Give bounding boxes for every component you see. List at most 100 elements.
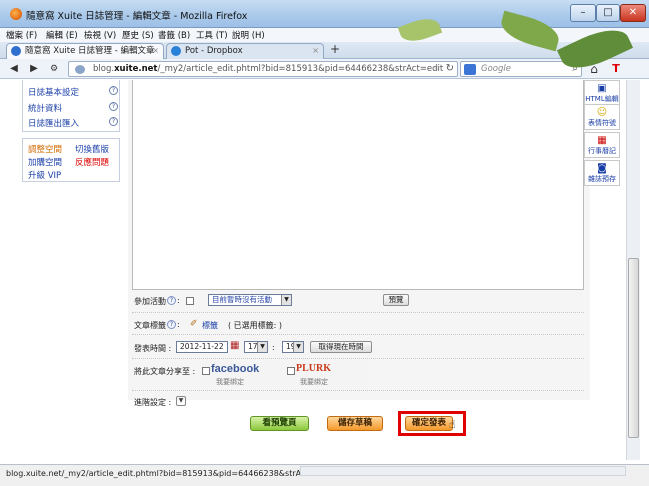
- divider: [132, 390, 584, 391]
- firefox-icon: [10, 8, 22, 20]
- preview-page-button[interactable]: 看預覽頁: [250, 416, 309, 431]
- tags-status: ( 已選用標籤: ): [228, 321, 283, 330]
- minute-select[interactable]: 19 ▼: [282, 341, 304, 353]
- get-current-time-button[interactable]: 取得現在時間: [310, 341, 372, 353]
- adjust-space-link[interactable]: 調整空間: [28, 143, 62, 155]
- facebook-label: facebook: [211, 363, 260, 375]
- globe-icon: [75, 65, 85, 74]
- chevron-down-icon: ▼: [257, 342, 267, 352]
- help-icon[interactable]: ?: [109, 117, 118, 126]
- tab-label: 隨意窩 Xuite 日誌管理 - 編輯文章: [25, 46, 155, 56]
- menu-tools[interactable]: 工具 (T): [196, 29, 228, 41]
- activity-select[interactable]: 目前暫時沒有活動 ▼: [208, 294, 292, 306]
- activity-checkbox[interactable]: [186, 297, 194, 305]
- browser-window: 隨意窩 Xuite 日誌管理 - 編輯文章 - Mozilla Firefox …: [0, 0, 649, 486]
- addon-t-icon[interactable]: T: [608, 61, 624, 77]
- add-space-link[interactable]: 加購空間: [28, 156, 62, 168]
- camera-icon: ◙: [597, 163, 607, 174]
- sidebar-account: 調整空間 切換舊版 加購空間 反應問題 升級 VIP: [22, 138, 120, 182]
- horizontal-scrollbar[interactable]: [300, 466, 626, 476]
- sidebar-item-statistics[interactable]: 統計資料: [28, 102, 62, 114]
- divider: [132, 312, 584, 313]
- facebook-checkbox[interactable]: [202, 367, 210, 375]
- date-input[interactable]: 2012-11-22: [176, 341, 228, 353]
- help-icon[interactable]: ?: [167, 320, 176, 329]
- identity-icon[interactable]: ⚙: [46, 61, 62, 77]
- calendar-icon[interactable]: ▦: [230, 340, 239, 351]
- close-window-button[interactable]: ✕: [620, 4, 646, 22]
- publish-time-label: 發表時間 :: [134, 344, 172, 353]
- menu-history[interactable]: 歷史 (S): [122, 29, 154, 41]
- share-label: 將此文章分享至 :: [134, 367, 196, 376]
- tab-close-icon[interactable]: ×: [312, 44, 319, 58]
- colon-label: :: [177, 320, 180, 329]
- magazine-save-button[interactable]: ◙ 雜誌預存: [584, 160, 620, 186]
- scrollbar-thumb[interactable]: [628, 258, 639, 438]
- tags-label: 文章標籤: [134, 321, 166, 330]
- tab-xuite[interactable]: 隨意窩 Xuite 日誌管理 - 編輯文章 ×: [6, 43, 164, 59]
- minimize-button[interactable]: –: [570, 4, 596, 22]
- html-edit-button[interactable]: ▣ HTML編輯: [584, 80, 620, 106]
- report-problem-link[interactable]: 反應問題: [75, 156, 109, 168]
- tab-dropbox[interactable]: Pot - Dropbox ×: [166, 43, 324, 59]
- url-bar[interactable]: blog.xuite.net/_my2/article_edit.phtml?b…: [68, 61, 458, 77]
- title-bar: 隨意窩 Xuite 日誌管理 - 編輯文章 - Mozilla Firefox …: [0, 0, 649, 28]
- publish-button[interactable]: 確定發表: [405, 416, 453, 431]
- menu-file[interactable]: 檔案 (F): [6, 29, 37, 41]
- new-tab-button[interactable]: +: [327, 42, 343, 58]
- tab-label: Pot - Dropbox: [185, 46, 243, 56]
- emoticon-button[interactable]: ☺ 表情符號: [584, 104, 620, 130]
- navigation-bar: ◀ ▶ ⚙ blog.xuite.net/_my2/article_edit.p…: [0, 59, 649, 79]
- dropbox-favicon-icon: [171, 46, 181, 56]
- calendar-icon: ▦: [597, 135, 607, 146]
- smiley-icon: ☺: [596, 107, 608, 118]
- menu-help[interactable]: 說明 (H): [232, 29, 265, 41]
- bookmark-star-icon[interactable]: ☆: [432, 63, 441, 74]
- editor-tools-panel: ▣ HTML編輯 ☺ 表情符號 ▦ 行事曆記 ◙ 雜誌預存: [584, 80, 622, 200]
- menu-view[interactable]: 檢視 (V): [84, 29, 116, 41]
- search-input[interactable]: Google: [481, 64, 511, 74]
- sidebar-item-basic-settings[interactable]: 日誌基本設定: [28, 86, 79, 98]
- calendar-button[interactable]: ▦ 行事曆記: [584, 132, 620, 158]
- colon-label: :: [177, 296, 180, 305]
- activity-label: 參加活動: [134, 297, 166, 306]
- status-url: blog.xuite.net/_my2/article_edit.phtml?b…: [6, 469, 338, 478]
- hand-cursor-icon: ☝: [449, 418, 456, 431]
- menu-bookmarks[interactable]: 書籤 (B): [158, 29, 190, 41]
- tab-close-icon[interactable]: ×: [152, 44, 159, 58]
- back-button[interactable]: ◀: [6, 61, 22, 77]
- tag-icon: ✐: [190, 319, 198, 329]
- divider: [132, 358, 584, 359]
- save-draft-button[interactable]: 儲存草稿: [327, 416, 383, 431]
- facebook-setting-link[interactable]: 我要綁定: [216, 377, 244, 387]
- hour-select[interactable]: 17 ▼: [244, 341, 268, 353]
- chevron-down-icon: ▼: [281, 295, 291, 305]
- sidebar-item-import-export[interactable]: 日誌匯出匯入: [28, 117, 79, 129]
- chevron-down-icon: ▼: [293, 342, 303, 352]
- help-icon[interactable]: ?: [109, 102, 118, 111]
- preview-small-button[interactable]: 預覽: [383, 294, 409, 306]
- html-icon: ▣: [597, 83, 607, 94]
- forward-button[interactable]: ▶: [26, 61, 42, 77]
- plurk-setting-link[interactable]: 我要綁定: [300, 377, 328, 387]
- plurk-checkbox[interactable]: [287, 367, 295, 375]
- google-icon: [464, 64, 476, 75]
- colon-label: :: [272, 343, 275, 352]
- plurk-label: PLURK: [296, 363, 331, 374]
- sidebar-settings: 日誌基本設定 ? 統計資料 ? 日誌匯出匯入 ?: [22, 80, 120, 132]
- menu-edit[interactable]: 編輯 (E): [46, 29, 78, 41]
- help-icon[interactable]: ?: [167, 296, 176, 305]
- divider: [132, 334, 584, 335]
- switch-version-link[interactable]: 切換舊版: [75, 143, 109, 155]
- window-title: 隨意窩 Xuite 日誌管理 - 編輯文章 - Mozilla Firefox: [26, 11, 248, 22]
- maximize-button[interactable]: □: [596, 4, 620, 22]
- upgrade-vip-link[interactable]: 升級 VIP: [28, 169, 61, 181]
- reload-icon[interactable]: ↻: [446, 63, 454, 74]
- xuite-favicon-icon: [11, 46, 21, 56]
- help-icon[interactable]: ?: [109, 86, 118, 95]
- tags-link[interactable]: 標籤: [202, 320, 218, 331]
- expand-icon[interactable]: ▼: [176, 396, 186, 406]
- article-editor[interactable]: [132, 80, 584, 290]
- advanced-settings-label: 進階設定 :: [134, 398, 172, 407]
- url-text: blog.xuite.net/_my2/article_edit.phtml?b…: [93, 64, 444, 74]
